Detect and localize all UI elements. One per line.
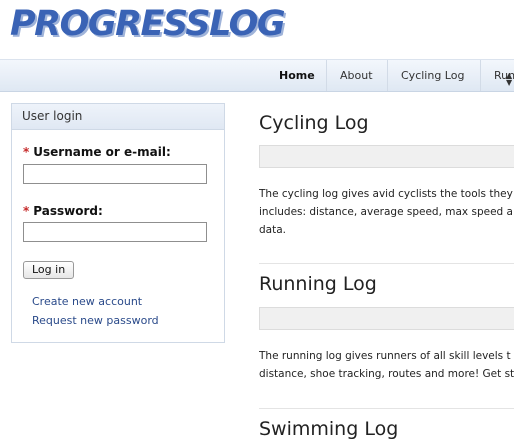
- required-marker: *: [23, 145, 30, 159]
- username-input[interactable]: [23, 164, 207, 184]
- required-marker: *: [23, 204, 30, 218]
- create-account-link[interactable]: Create new account: [32, 295, 142, 308]
- section-divider: [259, 408, 514, 409]
- text-line: The running log gives runners of all ski…: [259, 350, 511, 362]
- site-logo[interactable]: PROGRESSLOG: [10, 4, 286, 44]
- login-button[interactable]: Log in: [23, 261, 75, 279]
- section-text-cycling: The cycling log gives avid cyclists the …: [259, 185, 514, 239]
- section-divider: [259, 263, 514, 264]
- text-line: includes: distance, average speed, max s…: [259, 206, 513, 218]
- password-label: * Password:: [23, 204, 103, 218]
- main-content: Cycling Log The cycling log gives avid c…: [259, 0, 514, 448]
- text-line: distance, shoe tracking, routes and more…: [259, 368, 514, 380]
- password-input[interactable]: [23, 222, 207, 242]
- section-title-cycling[interactable]: Cycling Log: [259, 112, 369, 134]
- password-label-text: Password:: [33, 204, 103, 218]
- section-title-swimming[interactable]: Swimming Log: [259, 418, 398, 440]
- section-text-running: The running log gives runners of all ski…: [259, 347, 514, 383]
- section-title-running[interactable]: Running Log: [259, 273, 377, 295]
- username-label: * Username or e-mail:: [23, 145, 171, 159]
- section-bar-running: [259, 307, 514, 330]
- login-block-title: User login: [12, 104, 224, 130]
- username-label-text: Username or e-mail:: [33, 145, 171, 159]
- user-login-block: User login * Username or e-mail: * Passwor…: [11, 103, 225, 343]
- section-bar-cycling: [259, 145, 514, 168]
- text-line: The cycling log gives avid cyclists the …: [259, 188, 513, 200]
- text-line: data.: [259, 224, 286, 236]
- request-password-link[interactable]: Request new password: [32, 314, 159, 327]
